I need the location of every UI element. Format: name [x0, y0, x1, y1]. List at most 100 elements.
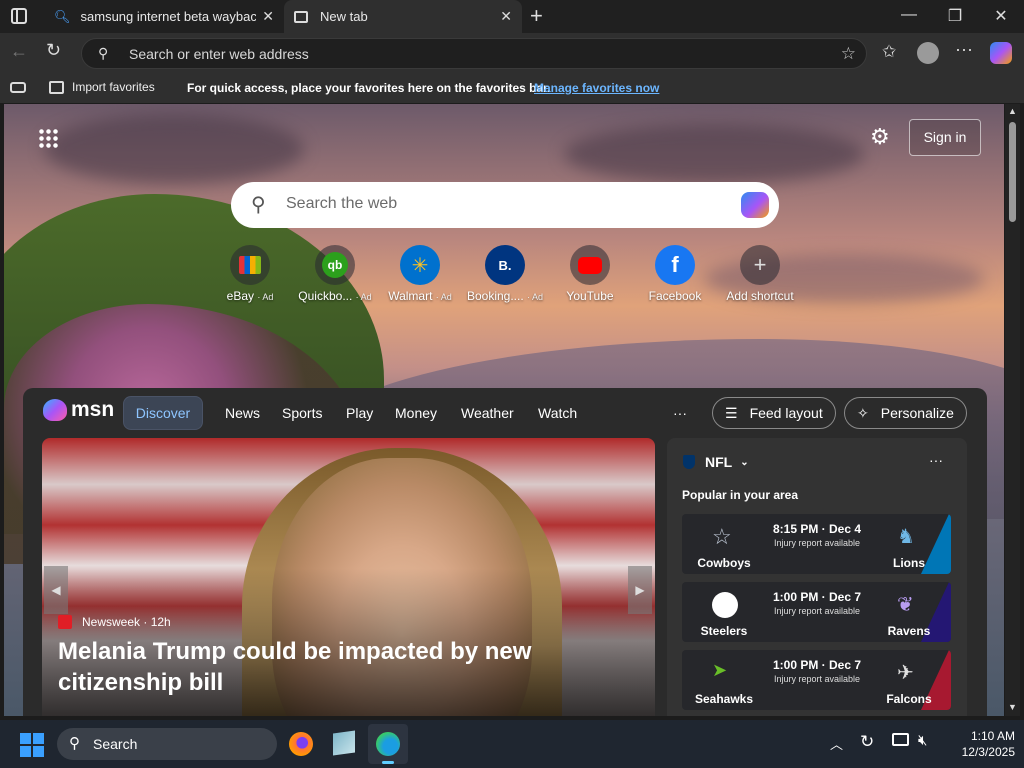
favorite-star-icon[interactable]: ☆ — [841, 44, 856, 64]
lions-logo-icon: ♞ — [897, 526, 915, 548]
nfl-shield-icon — [683, 455, 695, 469]
search-icon: 🔍︎ — [54, 8, 71, 24]
new-tab-icon — [294, 10, 308, 23]
sliders-icon: ☰ — [725, 404, 738, 421]
back-button[interactable]: ← — [10, 41, 28, 62]
profile-avatar[interactable] — [917, 42, 939, 64]
windows-start-icon[interactable] — [20, 733, 44, 757]
import-label: Import favorites — [72, 80, 155, 94]
nav-more-button[interactable]: ··· — [673, 405, 687, 421]
shortcut-facebook[interactable]: f Facebook — [632, 245, 718, 303]
page-settings-icon[interactable]: ⚙ — [870, 124, 890, 150]
nfl-more-button[interactable]: ··· — [929, 452, 943, 468]
game-row[interactable]: ☆ ♞ 8:15 PM · Dec 4 Injury report availa… — [682, 514, 951, 574]
minimize-button[interactable]: — — [894, 6, 924, 24]
shortcut-ebay[interactable]: eBay · Ad — [207, 245, 293, 303]
manage-favorites-link[interactable]: Manage favorites now — [534, 81, 659, 95]
web-search-box[interactable]: ⚲ Search the web — [231, 182, 779, 228]
facebook-icon: f — [655, 245, 695, 285]
shortcut-quickbooks[interactable]: qb Quickbo... · Ad — [292, 245, 378, 303]
shortcut-youtube[interactable]: YouTube — [547, 245, 633, 303]
scroll-thumb[interactable] — [1009, 122, 1016, 222]
article-headline[interactable]: Melania Trump could be impacted by new c… — [58, 636, 648, 698]
favorites-bar-message: For quick access, place your favorites h… — [187, 81, 551, 95]
show-hidden-icons[interactable]: ︿ — [830, 734, 843, 753]
nfl-card: NFL ⌄ ··· Popular in your area ☆ ♞ 8:15 … — [667, 438, 967, 716]
personalize-button[interactable]: ✧ Personalize — [844, 397, 967, 429]
refresh-button[interactable]: ↻ — [46, 40, 61, 61]
favorites-icon[interactable]: ✩ — [882, 42, 896, 62]
new-tab-button[interactable]: + — [530, 3, 543, 29]
msn-butterfly-icon — [43, 399, 67, 421]
tab-wayback[interactable]: 🔍︎ samsung internet beta wayback m ✕ — [44, 0, 284, 33]
page-scrollbar[interactable]: ▲ ▼ — [1005, 104, 1020, 716]
game-row[interactable]: ➤ ✈ 1:00 PM · Dec 7 Injury report availa… — [682, 650, 951, 710]
volume-muted-icon[interactable]: 🔇︎ — [918, 732, 927, 749]
import-icon — [49, 80, 64, 94]
tab-actions-icon[interactable] — [11, 8, 27, 24]
article-source: Newsweek · 12h — [58, 615, 171, 629]
title-bar: 🔍︎ samsung internet beta wayback m ✕ New… — [0, 0, 1024, 33]
add-shortcut-button[interactable]: + Add shortcut — [717, 245, 803, 303]
game-row[interactable]: ❦ 1:00 PM · Dec 7 Injury report availabl… — [682, 582, 951, 642]
favorites-bar: Import favorites For quick access, place… — [0, 73, 1024, 103]
quickbooks-icon: qb — [315, 245, 355, 285]
firefox-icon[interactable] — [289, 732, 313, 756]
clock-time: 1:10 AM — [970, 729, 1015, 743]
apps-grid-icon[interactable] — [38, 128, 58, 148]
clock[interactable]: 1:10 AM 12/3/2025 — [945, 728, 1015, 760]
import-favorites-button[interactable]: Import favorites — [49, 80, 155, 94]
display-icon[interactable] — [892, 733, 909, 746]
sync-status-icon[interactable]: ↻ — [860, 732, 874, 752]
carousel-next-button[interactable]: ▶ — [628, 566, 652, 614]
msn-logo[interactable]: msn — [43, 398, 114, 422]
taskbar-search[interactable]: ⚲ Search — [57, 728, 277, 760]
file-explorer-icon[interactable] — [333, 730, 355, 756]
address-bar[interactable]: ⚲ Search or enter web address ☆ — [81, 38, 867, 69]
nav-discover[interactable]: Discover — [123, 396, 203, 430]
close-tab-icon[interactable]: ✕ — [500, 8, 512, 25]
tab-title: New tab — [320, 9, 368, 24]
newsweek-icon — [58, 615, 72, 629]
nfl-subtitle: Popular in your area — [682, 488, 799, 502]
sidebar-toggle-icon[interactable] — [10, 82, 26, 93]
falcons-logo-icon: ✈ — [897, 662, 914, 684]
scroll-up-icon[interactable]: ▲ — [1008, 106, 1017, 116]
shortcut-walmart[interactable]: ✳ Walmart · Ad — [377, 245, 463, 303]
feed-layout-button[interactable]: ☰ Feed layout — [712, 397, 836, 429]
sign-in-button[interactable]: Sign in — [909, 119, 981, 156]
ebay-icon — [230, 245, 270, 285]
edge-icon — [376, 732, 400, 756]
tab-new-tab[interactable]: New tab ✕ — [284, 0, 522, 33]
nav-watch[interactable]: Watch — [538, 405, 577, 421]
tab-title: samsung internet beta wayback m — [80, 9, 256, 24]
steelers-logo-icon — [712, 592, 738, 618]
nav-weather[interactable]: Weather — [461, 405, 514, 421]
close-window-button[interactable]: ✕ — [986, 6, 1016, 26]
youtube-icon — [570, 245, 610, 285]
msn-logo-text: msn — [71, 398, 115, 421]
nav-play[interactable]: Play — [346, 405, 373, 421]
booking-icon: B. — [485, 245, 525, 285]
shortcut-booking[interactable]: B. Booking.... · Ad — [462, 245, 548, 303]
restore-button[interactable]: ❐ — [940, 6, 970, 26]
msn-feed: msn Discover News Sports Play Money Weat… — [23, 388, 987, 716]
taskbar-active-app[interactable] — [368, 724, 408, 764]
settings-more-icon[interactable]: ··· — [955, 39, 973, 60]
chevron-down-icon: ⌄ — [740, 456, 749, 468]
clock-date: 12/3/2025 — [961, 745, 1015, 759]
taskbar-search-label: Search — [93, 736, 138, 752]
hero-article-card[interactable]: ◀ ▶ Newsweek · 12h Melania Trump could b… — [42, 438, 655, 716]
carousel-prev-button[interactable]: ◀ — [44, 566, 68, 614]
scroll-down-icon[interactable]: ▼ — [1008, 702, 1017, 712]
nav-sports[interactable]: Sports — [282, 405, 322, 421]
taskbar: ⚲ Search ︿ ↻ 🔇︎ 1:10 AM 12/3/2025 — [0, 720, 1024, 768]
plus-icon: + — [740, 245, 780, 285]
copilot-icon[interactable] — [990, 42, 1012, 64]
nav-money[interactable]: Money — [395, 405, 437, 421]
nav-news[interactable]: News — [225, 405, 260, 421]
copilot-icon[interactable] — [741, 192, 769, 218]
nfl-dropdown[interactable]: NFL ⌄ — [683, 454, 749, 470]
sign-in-label: Sign in — [923, 129, 967, 145]
close-tab-icon[interactable]: ✕ — [262, 8, 274, 25]
